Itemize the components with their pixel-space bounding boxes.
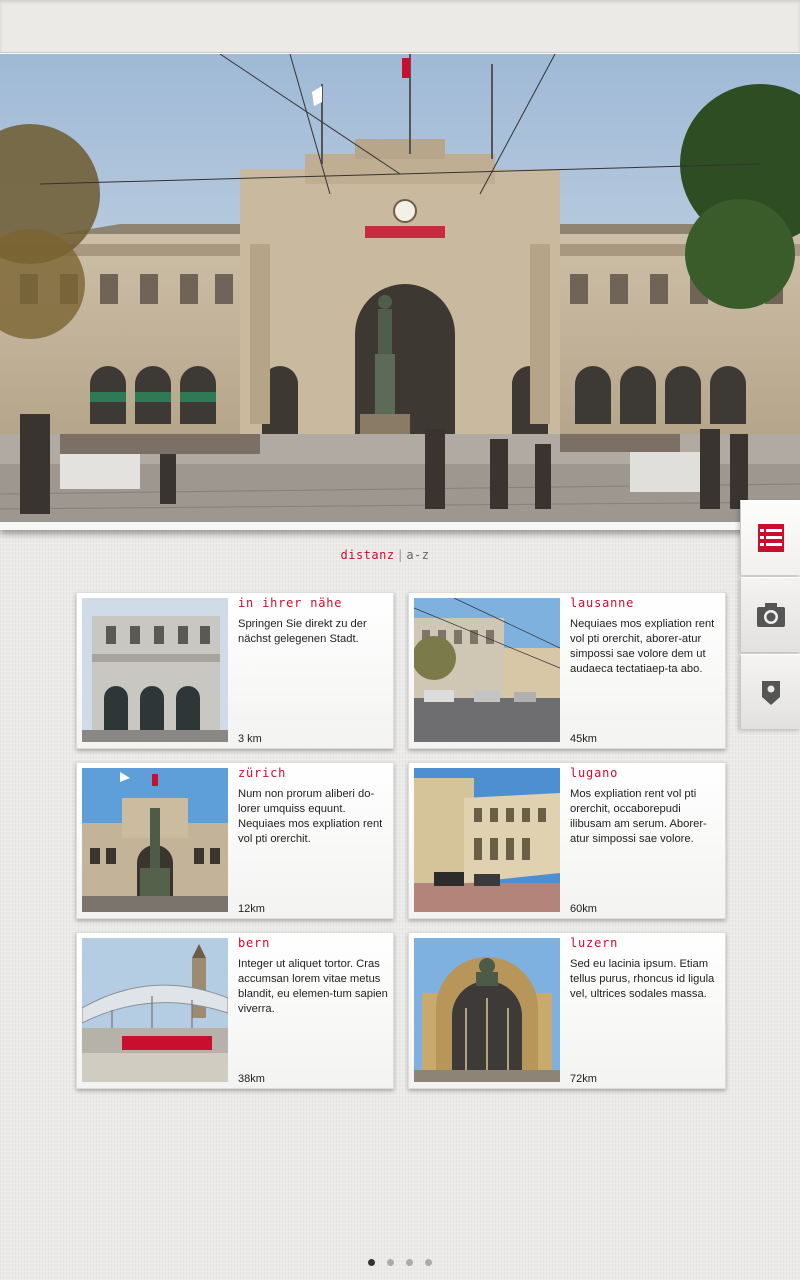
city-distance: 12km: [238, 903, 265, 915]
page-dot-2[interactable]: [387, 1259, 394, 1266]
city-distance: 45km: [570, 733, 597, 745]
hero-image: [0, 54, 800, 530]
sort-distance[interactable]: distanz: [341, 548, 395, 562]
city-card-nearby[interactable]: in ihrer nähe Springen Sie direkt zu der…: [76, 592, 394, 749]
city-distance: 38km: [238, 1073, 265, 1085]
page-dot-1[interactable]: [368, 1259, 375, 1266]
city-description: Springen Sie direkt zu der nächst gelege…: [238, 618, 367, 645]
city-thumbnail: [82, 768, 228, 912]
sort-alphabetical[interactable]: a-z: [406, 548, 429, 562]
city-distance: 72km: [570, 1073, 597, 1085]
page-indicator: [0, 1253, 800, 1271]
city-card-luzern[interactable]: luzern Sed eu lacinia ipsum. Etiam tellu…: [408, 932, 726, 1089]
city-distance: 60km: [570, 903, 597, 915]
city-description: Mos expliation rent vol pti orerchit, oc…: [570, 788, 707, 845]
camera-icon: [757, 603, 785, 627]
city-name: bern: [238, 936, 271, 950]
city-thumbnail: [82, 938, 228, 1082]
city-description: Nequiaes mos expliation rent vol pti ore…: [570, 618, 715, 675]
city-distance: 3 km: [238, 733, 262, 745]
sort-separator: |: [396, 548, 405, 562]
city-thumbnail: [82, 598, 228, 742]
map-view-button[interactable]: [740, 654, 800, 729]
top-bar: [0, 0, 800, 53]
city-description: Sed eu lacinia ipsum. Etiam tellus purus…: [570, 958, 715, 1000]
city-description: Num non prorum aliberi do-lorer umquiss …: [238, 788, 383, 845]
city-description: Integer ut aliquet tortor. Cras accumsan…: [238, 958, 388, 1015]
city-name: in ihrer nähe: [238, 596, 343, 610]
city-card-lausanne[interactable]: lausanne Nequiaes mos expliation rent vo…: [408, 592, 726, 749]
page-dot-4[interactable]: [425, 1259, 432, 1266]
list-view-button[interactable]: [740, 500, 800, 575]
page-dot-3[interactable]: [406, 1259, 413, 1266]
camera-view-button[interactable]: [740, 577, 800, 652]
city-name: zürich: [238, 766, 287, 780]
sort-toggle: distanz | a-z: [0, 548, 770, 562]
city-thumbnail: [414, 938, 560, 1082]
city-card-zurich[interactable]: zürich Num non prorum aliberi do-lorer u…: [76, 762, 394, 919]
city-card-lugano[interactable]: lugano Mos expliation rent vol pti orerc…: [408, 762, 726, 919]
city-name: lugano: [570, 766, 619, 780]
city-name: lausanne: [570, 596, 635, 610]
city-name: luzern: [570, 936, 619, 950]
city-card-bern[interactable]: bern Integer ut aliquet tortor. Cras acc…: [76, 932, 394, 1089]
map-pin-icon: [762, 681, 780, 705]
city-thumbnail: [414, 598, 560, 742]
city-thumbnail: [414, 768, 560, 912]
